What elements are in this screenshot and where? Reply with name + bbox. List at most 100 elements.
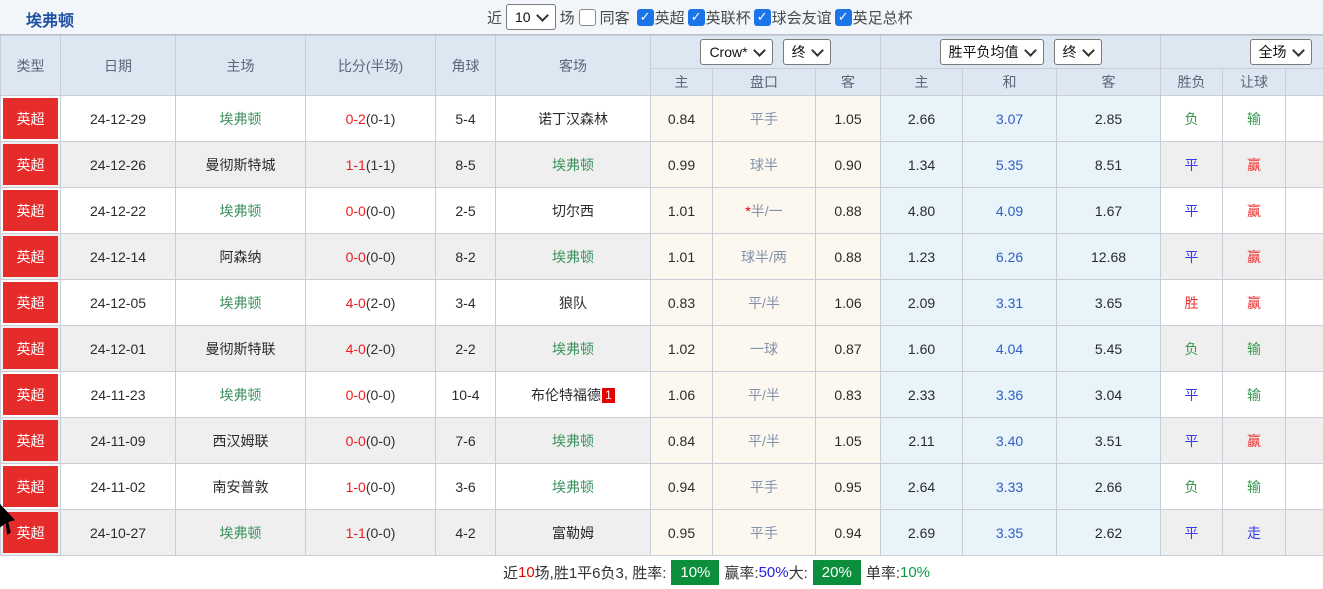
halftime-score: (0-0) [366,249,396,265]
league-checkbox[interactable]: ✓ [835,9,852,26]
wdl-result: 平 [1185,249,1199,265]
league-filter-label: 球会友谊 [772,7,832,28]
same-away-checkbox[interactable] [579,9,596,26]
result-scope-select[interactable]: 全场 [1250,39,1312,65]
asian-away-odds-cell: 0.88 [816,188,881,234]
match-row: 英超 24-10-27 埃弗顿 1-1(0-0) 4-2 富勒姆 0.95 平手… [1,510,1323,556]
league-badge: 英超 [3,190,58,231]
halftime-score: (0-0) [366,479,396,495]
goals-result-cell: 小 [1286,510,1323,556]
league-badge: 英超 [3,420,58,461]
wdl-result: 平 [1185,157,1199,173]
recent-label: 近 [487,7,502,28]
away-team-name: 富勒姆 [552,525,594,541]
asian-away-odds-cell: 1.06 [816,280,881,326]
fulltime-score: 1-1 [346,525,366,541]
handicap-line-cell: 球半/两 [713,234,816,280]
col-header-euro-draw: 和 [963,69,1057,96]
euro-away-odds-cell: 3.65 [1057,280,1161,326]
score-cell: 0-0(0-0) [306,234,436,280]
fulltime-score: 1-1 [346,157,366,173]
result-scope-value: 全场 [1259,42,1287,62]
corner-cell: 8-5 [436,142,496,188]
fulltime-score: 0-0 [346,387,366,403]
euro-odds-type-value: 胜平负均值 [949,42,1019,62]
goals-result-cell: 小 [1286,188,1323,234]
league-filter: ✓ 英超 [637,7,685,28]
fulltime-score: 0-0 [346,249,366,265]
euro-draw-odds-cell: 6.26 [963,234,1057,280]
wdl-result-cell: 负 [1161,326,1223,372]
euro-odds-time-select[interactable]: 终 [1054,39,1102,65]
asian-away-odds-cell: 1.05 [816,96,881,142]
euro-home-odds-cell: 1.34 [881,142,963,188]
odds-company-select[interactable]: Crow* [700,39,772,65]
halftime-score: (0-0) [366,433,396,449]
match-row: 英超 24-12-26 曼彻斯特城 1-1(1-1) 8-5 埃弗顿 0.99 … [1,142,1323,188]
date-cell: 24-12-14 [61,234,176,280]
euro-odds-header: 胜平负均值 终 [881,36,1161,69]
handicap-result-cell: 输 [1223,96,1286,142]
away-team-name: 狼队 [559,295,587,311]
home-team-name: 埃弗顿 [220,111,262,127]
handicap-line-text: 平手 [750,111,778,127]
home-team-name: 曼彻斯特联 [206,341,276,357]
col-header-asian-away: 客 [816,69,881,96]
euro-draw-odds-cell: 3.35 [963,510,1057,556]
chevron-down-icon [536,9,549,22]
recent-count-select[interactable]: 10 [506,4,556,30]
goals-result-cell: 大 [1286,326,1323,372]
home-team-cell: 埃弗顿 [176,96,306,142]
date-cell: 24-10-27 [61,510,176,556]
summary-segment: 单率: [866,562,900,583]
league-checkbox[interactable]: ✓ [754,9,771,26]
handicap-line-cell: 球半 [713,142,816,188]
topbar: 埃弗顿 近 10 场 同客 ✓ 英超 ✓ 英联杯 ✓ 球会友谊 ✓ 英足总杯 [0,0,1323,35]
chevron-down-icon [811,44,824,57]
wdl-result: 负 [1185,341,1199,357]
home-team-name: 南安普敦 [213,479,269,495]
away-team-cell: 布伦特福德1 [496,372,651,418]
away-team-name: 埃弗顿 [552,249,594,265]
check-icon: ✓ [640,9,651,25]
halftime-score: (0-0) [366,525,396,541]
goals-result-cell: 大 [1286,280,1323,326]
wdl-result: 平 [1185,433,1199,449]
away-team-cell: 切尔西 [496,188,651,234]
handicap-result-cell: 赢 [1223,418,1286,464]
col-header-handicap-line: 盘口 [713,69,816,96]
fulltime-score: 1-0 [346,479,366,495]
check-icon: ✓ [757,9,768,25]
league-badge: 英超 [3,236,58,277]
league-type-cell: 英超 [1,234,61,280]
page-title: 埃弗顿 [26,7,74,31]
corner-cell: 10-4 [436,372,496,418]
league-type-cell: 英超 [1,96,61,142]
corner-cell: 5-4 [436,96,496,142]
home-team-name: 埃弗顿 [220,387,262,403]
league-type-cell: 英超 [1,418,61,464]
league-checkbox[interactable]: ✓ [688,9,705,26]
match-row: 英超 24-11-23 埃弗顿 0-0(0-0) 10-4 布伦特福德1 1.0… [1,372,1323,418]
euro-home-odds-cell: 2.66 [881,96,963,142]
league-badge: 英超 [3,98,58,139]
league-filters: ✓ 英超 ✓ 英联杯 ✓ 球会友谊 ✓ 英足总杯 [634,7,913,28]
league-checkbox[interactable]: ✓ [637,9,654,26]
handicap-line-text: 平手 [750,479,778,495]
summary-segment: 近 [503,562,518,583]
away-team-cell: 埃弗顿 [496,464,651,510]
euro-odds-type-select[interactable]: 胜平负均值 [940,39,1044,65]
score-cell: 0-0(0-0) [306,372,436,418]
corner-cell: 8-2 [436,234,496,280]
handicap-result: 赢 [1247,157,1261,173]
corner-cell: 2-2 [436,326,496,372]
away-team-cell: 埃弗顿 [496,142,651,188]
euro-draw-odds-cell: 3.33 [963,464,1057,510]
home-team-cell: 曼彻斯特联 [176,326,306,372]
asian-odds-time-select[interactable]: 终 [783,39,831,65]
fulltime-score: 4-0 [346,295,366,311]
home-team-cell: 阿森纳 [176,234,306,280]
home-team-name: 曼彻斯特城 [206,157,276,173]
away-team-cell: 埃弗顿 [496,326,651,372]
halftime-score: (1-1) [366,157,396,173]
